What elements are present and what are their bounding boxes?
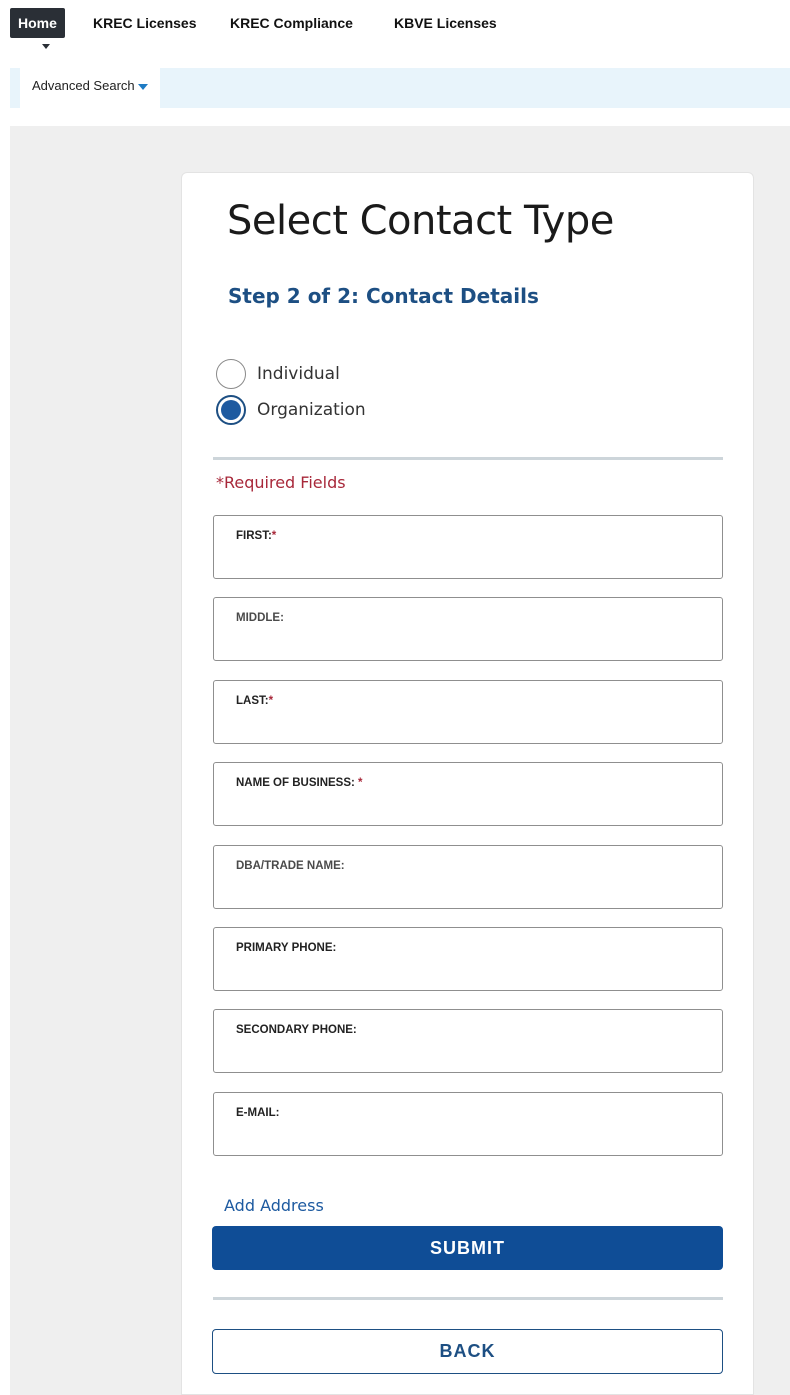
middle-name-field[interactable]: MIDDLE: (213, 597, 723, 661)
middle-name-input[interactable] (234, 632, 704, 654)
primary-phone-input[interactable] (234, 962, 704, 984)
secondary-phone-field[interactable]: SECONDARY PHONE: (213, 1009, 723, 1073)
radio-label-organization: Organization (257, 400, 366, 420)
dba-trade-name-field[interactable]: DBA/TRADE NAME: (213, 845, 723, 909)
field-label: FIRST:* (236, 530, 277, 542)
advanced-search-tab[interactable]: Advanced Search (20, 68, 160, 108)
divider (213, 1297, 723, 1300)
back-button[interactable]: BACK (212, 1329, 723, 1374)
last-name-field[interactable]: LAST:* (213, 680, 723, 744)
field-label: SECONDARY PHONE: (236, 1024, 357, 1036)
email-input[interactable] (234, 1127, 704, 1149)
divider (213, 457, 723, 460)
step-heading: Step 2 of 2: Contact Details (228, 284, 539, 308)
nav-item-home[interactable]: Home (10, 8, 65, 38)
business-name-input[interactable] (234, 797, 704, 819)
caret-down-icon (137, 83, 148, 90)
field-label: DBA/TRADE NAME: (236, 860, 345, 872)
first-name-input[interactable] (234, 550, 704, 572)
last-name-input[interactable] (234, 715, 704, 737)
top-navigation: Home KREC Licenses KREC Compliance KBVE … (0, 0, 790, 49)
nav-item-krec-licenses[interactable]: KREC Licenses (93, 8, 196, 38)
advanced-search-label: Advanced Search (32, 78, 135, 93)
secondary-phone-input[interactable] (234, 1044, 704, 1066)
radio-label-individual: Individual (257, 364, 340, 384)
required-fields-note: *Required Fields (216, 473, 346, 492)
field-label: MIDDLE: (236, 612, 284, 624)
field-label: E-MAIL: (236, 1107, 280, 1119)
required-fields-text: Required Fields (224, 473, 346, 492)
caret-down-icon (42, 44, 50, 49)
add-address-link[interactable]: Add Address (224, 1196, 324, 1215)
radio-individual[interactable]: Individual (216, 359, 340, 389)
nav-item-kbve-licenses[interactable]: KBVE Licenses (394, 8, 497, 38)
dba-trade-name-input[interactable] (234, 880, 704, 902)
nav-item-krec-compliance[interactable]: KREC Compliance (230, 8, 353, 38)
email-field[interactable]: E-MAIL: (213, 1092, 723, 1156)
primary-phone-field[interactable]: PRIMARY PHONE: (213, 927, 723, 991)
first-name-field[interactable]: FIRST:* (213, 515, 723, 579)
field-label: PRIMARY PHONE: (236, 942, 337, 954)
sub-navigation: Advanced Search (10, 68, 790, 108)
field-label: NAME OF BUSINESS: * (236, 777, 363, 789)
field-label: LAST:* (236, 695, 274, 707)
radio-organization[interactable]: Organization (216, 395, 366, 425)
required-asterisk-icon: * (216, 473, 224, 492)
submit-button[interactable]: SUBMIT (212, 1226, 723, 1270)
radio-button-checked[interactable] (216, 395, 246, 425)
page-title: Select Contact Type (227, 198, 614, 244)
radio-button-unchecked[interactable] (216, 359, 246, 389)
business-name-field[interactable]: NAME OF BUSINESS: * (213, 762, 723, 826)
